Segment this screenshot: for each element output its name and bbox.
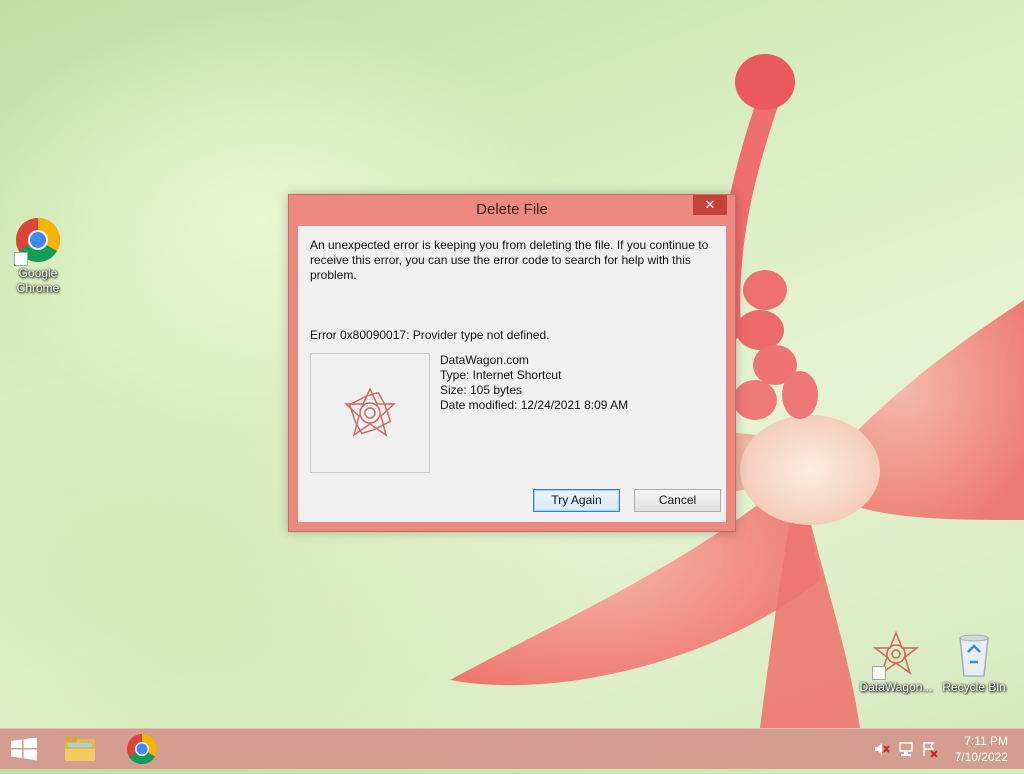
start-button[interactable] bbox=[0, 729, 48, 769]
dialog-title: Delete File bbox=[476, 201, 548, 218]
shortcut-arrow-icon bbox=[14, 252, 28, 266]
file-explorer-icon bbox=[65, 737, 95, 761]
shortcut-arrow-icon bbox=[872, 666, 886, 680]
clock-date: 7/10/2022 bbox=[954, 750, 1008, 764]
dialog-body: An unexpected error is keeping you from … bbox=[297, 225, 727, 523]
desktop-icon-google-chrome[interactable]: Google Chrome bbox=[0, 216, 76, 296]
file-name: DataWagon.com bbox=[440, 353, 529, 367]
file-size: Size: 105 bytes bbox=[440, 383, 523, 397]
file-info: DataWagon.com Type: Internet Shortcut Si… bbox=[440, 353, 628, 413]
cancel-button[interactable]: Cancel bbox=[634, 489, 721, 512]
datawagon-icon bbox=[872, 630, 920, 680]
action-center-icon[interactable] bbox=[922, 741, 938, 758]
desktop-icon-label: Google Chrome bbox=[16, 266, 60, 295]
chrome-icon bbox=[127, 734, 158, 765]
taskbar-chrome[interactable] bbox=[118, 729, 166, 769]
desktop-icon-label: Recycle Bin bbox=[942, 680, 1006, 694]
recycle-bin-icon bbox=[950, 630, 998, 678]
delete-file-dialog: Delete File ✕ An unexpected error is kee… bbox=[288, 194, 736, 532]
desktop-icon-recycle-bin[interactable]: Recycle Bin bbox=[936, 630, 1012, 695]
file-date-modified: Date modified: 12/24/2021 8:09 AM bbox=[440, 398, 629, 412]
file-type: Type: Internet Shortcut bbox=[440, 368, 562, 382]
taskbar-file-explorer[interactable] bbox=[56, 729, 104, 769]
network-icon[interactable] bbox=[898, 741, 914, 757]
clock-time: 7:11 PM bbox=[964, 734, 1008, 748]
error-code: Error 0x80090017: Provider type not defi… bbox=[310, 328, 550, 342]
close-button[interactable]: ✕ bbox=[693, 195, 727, 215]
desktop-icon-datawagon[interactable]: DataWagon... bbox=[858, 630, 934, 695]
start-icon bbox=[11, 737, 37, 761]
chrome-icon bbox=[14, 216, 62, 266]
desktop-icon-label: DataWagon... bbox=[859, 680, 933, 694]
file-thumbnail bbox=[310, 353, 430, 473]
system-clock[interactable]: 7:11 PM 7/10/2022 bbox=[955, 733, 1008, 765]
volume-muted-icon[interactable] bbox=[874, 741, 890, 757]
taskbar: 7:11 PM 7/10/2022 bbox=[0, 728, 1024, 769]
error-message: An unexpected error is keeping you from … bbox=[310, 238, 709, 282]
close-icon: ✕ bbox=[704, 197, 716, 212]
datawagon-file-icon bbox=[344, 387, 396, 437]
desktop[interactable]: Google Chrome DataWagon... Recycle Bin D… bbox=[0, 0, 1024, 728]
try-again-button[interactable]: Try Again bbox=[533, 489, 620, 512]
dialog-titlebar[interactable]: Delete File ✕ bbox=[289, 195, 735, 225]
